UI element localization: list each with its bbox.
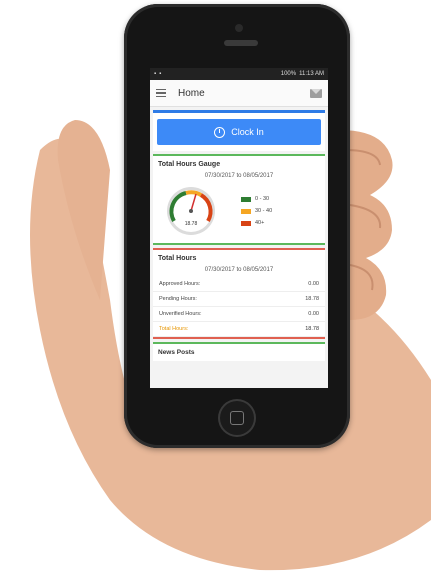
total-hours-card: Total Hours 07/30/2017 to 08/05/2017 App… <box>153 248 325 339</box>
clock-in-card: Clock In <box>153 110 325 151</box>
hours-row-total: Total Hours: 18.78 <box>153 322 325 337</box>
home-square-icon <box>230 411 244 425</box>
legend-label: 0 - 30 <box>255 196 270 202</box>
hours-value: 18.78 <box>305 326 319 332</box>
legend-item: 40+ <box>241 220 272 226</box>
app-bar: Home <box>150 80 328 107</box>
hours-label: Approved Hours: <box>159 281 201 287</box>
legend-swatch <box>241 208 251 214</box>
home-button[interactable] <box>218 399 256 437</box>
signal-icon: ▪ <box>154 71 157 77</box>
hours-row-approved: Approved Hours: 0.00 <box>153 277 325 292</box>
mail-icon[interactable] <box>310 88 322 98</box>
legend-swatch <box>241 220 251 226</box>
battery-level: 100% <box>280 71 297 77</box>
page-title: Home <box>178 87 205 99</box>
news-posts-title: News Posts <box>158 349 195 356</box>
gauge-value: 18.78 <box>185 221 198 227</box>
clock-in-label: Clock In <box>231 127 264 137</box>
alarm-clock-icon <box>214 126 226 138</box>
hours-gauge: 18.78 <box>167 187 215 235</box>
hours-row-unverified: Unverified Hours: 0.00 <box>153 307 325 322</box>
hours-label: Unverified Hours: <box>159 311 202 317</box>
legend-label: 30 - 40 <box>255 208 273 214</box>
hours-label: Pending Hours: <box>159 296 197 302</box>
legend-item: 30 - 40 <box>241 208 272 214</box>
hours-gauge-card: Total Hours Gauge 07/30/2017 to 08/05/20… <box>153 154 325 245</box>
hours-label: Total Hours: <box>159 326 189 332</box>
app-screen: ▪ ▪ 100% 11:13 AM Home Clock In Total Ho… <box>150 68 328 388</box>
earpiece-speaker <box>224 40 258 46</box>
notification-icon: ▪ <box>159 71 162 77</box>
news-posts-card: News Posts <box>153 342 325 361</box>
status-bar: ▪ ▪ 100% 11:13 AM <box>150 68 328 80</box>
hours-value: 0.00 <box>308 311 319 317</box>
clock-time: 11:13 AM <box>299 71 324 77</box>
hamburger-menu-icon[interactable] <box>156 88 166 98</box>
hours-value: 18.78 <box>305 296 319 302</box>
gauge-legend: 0 - 30 30 - 40 40+ <box>241 196 272 226</box>
phone: ▪ ▪ 100% 11:13 AM Home Clock In Total Ho… <box>124 4 350 448</box>
legend-item: 0 - 30 <box>241 196 272 202</box>
legend-label: 40+ <box>255 220 265 226</box>
gauge-card-title: Total Hours Gauge <box>158 161 221 168</box>
total-hours-title: Total Hours <box>158 255 197 262</box>
front-camera <box>235 24 243 32</box>
hours-row-pending: Pending Hours: 18.78 <box>153 292 325 307</box>
hours-value: 0.00 <box>308 281 319 287</box>
gauge-date-range: 07/30/2017 to 08/05/2017 <box>204 173 274 179</box>
hours-date-range: 07/30/2017 to 08/05/2017 <box>204 267 274 273</box>
legend-swatch <box>241 196 251 202</box>
clock-in-button[interactable]: Clock In <box>157 119 321 145</box>
